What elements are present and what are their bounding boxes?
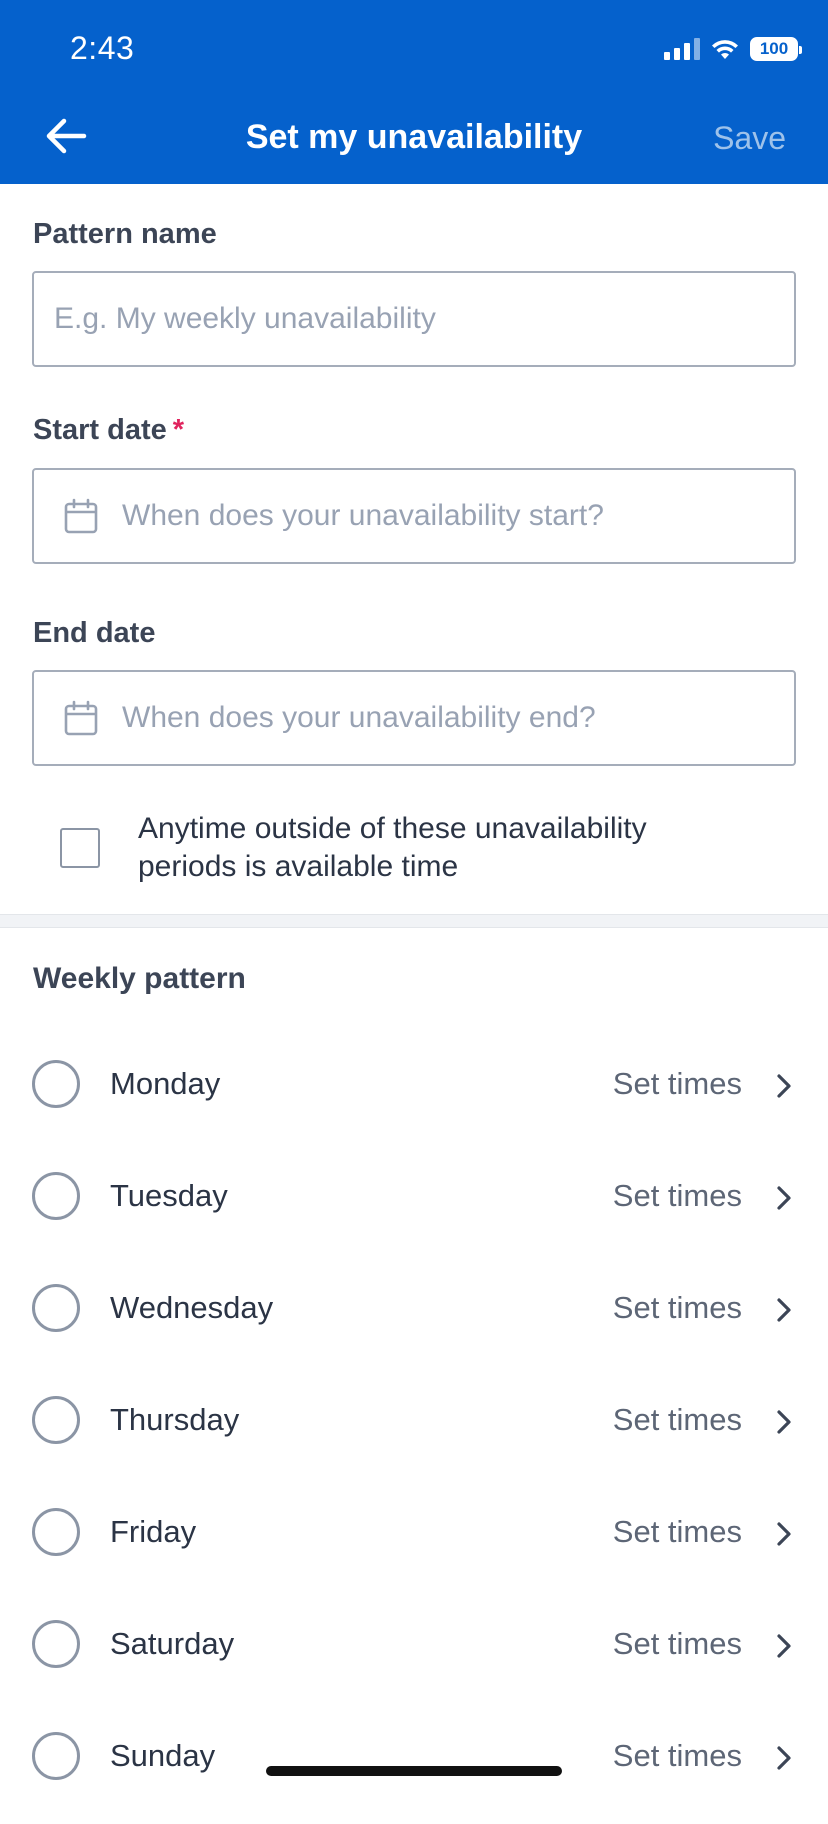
available-time-label-line2: periods is available time (138, 850, 459, 883)
day-label: Monday (110, 1066, 221, 1101)
day-radio[interactable] (32, 1172, 80, 1220)
end-date-label: End date (33, 617, 156, 649)
day-radio[interactable] (32, 1284, 80, 1332)
header-bar: 2:43 100 Set my unavailability Save (0, 0, 828, 184)
section-divider (0, 914, 828, 928)
pattern-name-input[interactable] (54, 302, 794, 336)
weekly-pattern-title: Weekly pattern (33, 962, 246, 995)
chevron-right-icon (777, 1410, 791, 1434)
pattern-name-field[interactable] (32, 271, 796, 367)
day-radio[interactable] (32, 1060, 80, 1108)
required-marker: * (172, 414, 185, 446)
day-label: Friday (110, 1514, 197, 1549)
home-indicator[interactable] (266, 1766, 562, 1776)
start-date-input[interactable] (122, 499, 794, 533)
day-row-wednesday[interactable]: Wednesday Set times (0, 1264, 828, 1376)
day-label: Wednesday (110, 1290, 274, 1325)
available-time-label: Anytime outside of these unavailability … (138, 810, 738, 886)
start-date-label: Start date * (33, 414, 184, 447)
available-time-checkbox-row[interactable]: Anytime outside of these unavailability … (60, 810, 738, 886)
chevron-right-icon (777, 1186, 791, 1210)
day-radio[interactable] (32, 1396, 80, 1444)
signal-icon (664, 38, 700, 60)
day-row-friday[interactable]: Friday Set times (0, 1488, 828, 1600)
set-times-link[interactable]: Set times (613, 1514, 742, 1550)
chevron-right-icon (777, 1746, 791, 1770)
set-times-link[interactable]: Set times (613, 1738, 742, 1774)
wifi-icon (712, 40, 738, 59)
chevron-right-icon (777, 1522, 791, 1546)
end-date-field[interactable] (32, 670, 796, 766)
set-times-link[interactable]: Set times (613, 1290, 742, 1326)
status-time: 2:43 (70, 30, 135, 66)
chevron-right-icon (777, 1634, 791, 1658)
calendar-icon (64, 700, 98, 736)
available-time-label-line1: Anytime outside of these unavailability (138, 812, 647, 845)
day-row-saturday[interactable]: Saturday Set times (0, 1600, 828, 1712)
day-row-monday[interactable]: Monday Set times (0, 1040, 828, 1152)
day-label: Sunday (110, 1738, 216, 1773)
battery-icon: 100 (750, 37, 802, 61)
day-radio[interactable] (32, 1508, 80, 1556)
day-radio[interactable] (32, 1620, 80, 1668)
status-icons: 100 (664, 34, 802, 64)
end-date-input[interactable] (122, 701, 794, 735)
set-times-link[interactable]: Set times (613, 1626, 742, 1662)
chevron-right-icon (777, 1074, 791, 1098)
start-date-field[interactable] (32, 468, 796, 564)
day-label: Thursday (110, 1402, 240, 1437)
set-times-link[interactable]: Set times (613, 1402, 742, 1438)
day-row-tuesday[interactable]: Tuesday Set times (0, 1152, 828, 1264)
pattern-name-label: Pattern name (33, 218, 217, 250)
day-label: Tuesday (110, 1178, 228, 1213)
chevron-right-icon (777, 1298, 791, 1322)
page-title: Set my unavailability (245, 118, 583, 156)
start-date-label-text: Start date (33, 414, 167, 446)
set-times-link[interactable]: Set times (613, 1066, 742, 1102)
set-times-link[interactable]: Set times (613, 1178, 742, 1214)
day-label: Saturday (110, 1626, 235, 1661)
save-button[interactable]: Save (713, 120, 786, 157)
day-row-thursday[interactable]: Thursday Set times (0, 1376, 828, 1488)
available-time-checkbox[interactable] (60, 828, 100, 868)
calendar-icon (64, 498, 98, 534)
day-radio[interactable] (32, 1732, 80, 1780)
